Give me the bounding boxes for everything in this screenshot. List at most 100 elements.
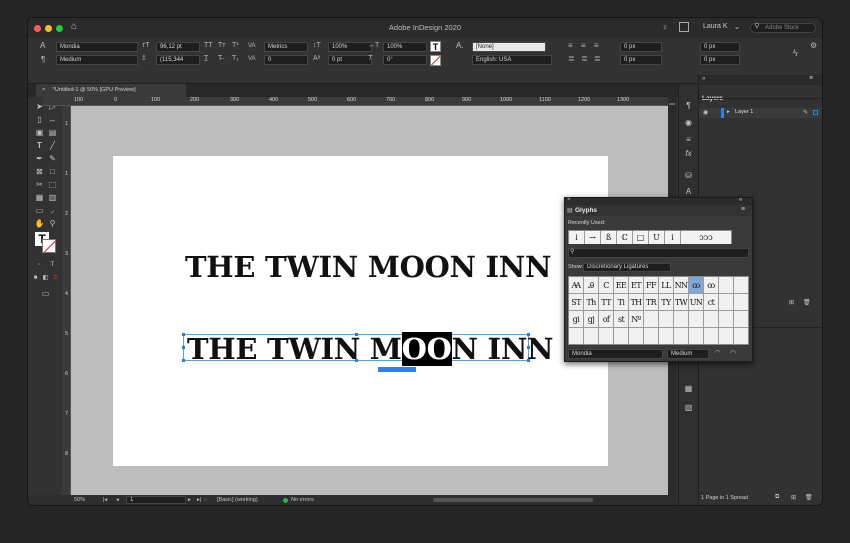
glyph-cell[interactable]: EE xyxy=(614,277,629,294)
share-icon[interactable] xyxy=(679,22,689,32)
glyph-cell[interactable]: ET xyxy=(629,277,644,294)
zoom-level[interactable]: 50% xyxy=(74,495,85,505)
text-wrap-icon[interactable]: ▦ xyxy=(683,383,694,394)
glyph-cell[interactable] xyxy=(614,328,629,344)
page-tool-icon[interactable]: ▯ xyxy=(34,114,45,125)
hand-tool-icon[interactable]: ✋ xyxy=(34,218,45,229)
character-mode-icon[interactable]: A xyxy=(40,41,45,51)
close-tab-icon[interactable]: × xyxy=(42,87,45,93)
glyph-cell[interactable]: LL xyxy=(659,277,674,294)
zoom-out-icon[interactable]: ◠ xyxy=(715,349,720,356)
glyph-cell[interactable]: ꝏ xyxy=(689,277,704,294)
rectangle-tool-icon[interactable]: □ xyxy=(47,166,58,177)
collapse-icon[interactable]: » xyxy=(702,76,705,82)
character-style-field[interactable]: [None] xyxy=(472,42,546,52)
glyph-cell[interactable]: gj xyxy=(584,311,599,328)
glyph-cell[interactable] xyxy=(629,328,644,344)
glyph-cell[interactable]: Ꜳ xyxy=(569,277,584,294)
glyph-style-field[interactable]: Medium xyxy=(667,349,709,359)
strikethrough-icon[interactable]: T̶ xyxy=(218,54,222,64)
glyph-cell[interactable]: of xyxy=(599,311,614,328)
glyphs-panel-titlebar[interactable]: × « xyxy=(565,197,752,205)
gradient-feather-tool-icon[interactable]: ▥ xyxy=(47,192,58,203)
glyph-search-input[interactable] xyxy=(568,248,749,258)
new-layer-icon[interactable]: ⊞ xyxy=(789,299,794,306)
glyph-cell[interactable]: TH xyxy=(629,294,644,311)
show-dropdown[interactable]: Discretionary Ligatures xyxy=(583,263,671,272)
text-stroke-swatch[interactable] xyxy=(430,55,441,66)
recent-glyph[interactable]: ℂ xyxy=(617,231,633,244)
chevron-down-icon[interactable]: ⌄ xyxy=(733,22,741,32)
glyph-cell[interactable] xyxy=(734,311,748,328)
gap-tool-icon[interactable]: ↔ xyxy=(47,114,58,125)
horizontal-scale-field[interactable]: 100% xyxy=(383,42,427,52)
glyph-font-field[interactable]: Mondia xyxy=(568,349,663,359)
pages-panel-icon[interactable]: ◉ xyxy=(683,117,694,128)
font-style-field[interactable]: Medium xyxy=(56,55,138,65)
glyph-cell[interactable]: Ti xyxy=(614,294,629,311)
recent-glyph[interactable]: U xyxy=(649,231,665,244)
collapse-icon[interactable]: « xyxy=(739,197,742,203)
layer-row[interactable]: ◉ ▸ Layer 1 ✎ xyxy=(699,108,822,118)
glyph-cell[interactable]: FF xyxy=(644,277,659,294)
justify-all-icon[interactable]: ≣ xyxy=(594,54,601,64)
stroke-panel-icon[interactable]: ≡ xyxy=(683,134,694,145)
glyphs-tab[interactable]: Glyphs xyxy=(575,207,597,214)
glyph-cell[interactable]: TT xyxy=(599,294,614,311)
document-page[interactable]: THE TWIN MOON INN THE TWIN MOON INN xyxy=(113,156,608,466)
baseline-shift-field[interactable]: 0 pt xyxy=(328,55,372,65)
kerning-field[interactable]: Metrics xyxy=(264,42,308,52)
small-caps-icon[interactable]: Tт xyxy=(218,41,225,51)
selected-item-icon[interactable] xyxy=(813,110,818,115)
glyph-cell[interactable]: TY xyxy=(659,294,674,311)
paragraph-panel-icon[interactable]: ¶ xyxy=(683,100,694,111)
type-tool-icon[interactable]: T xyxy=(34,140,45,151)
glyph-cell[interactable]: ct xyxy=(704,294,719,311)
text-fill-swatch[interactable]: T xyxy=(430,41,441,52)
glyph-cell[interactable] xyxy=(659,328,674,344)
cc-libraries-icon[interactable]: ▧ xyxy=(683,402,694,413)
zoom-in-icon[interactable]: ◠ xyxy=(730,349,736,357)
glyph-cell[interactable]: TR xyxy=(644,294,659,311)
free-transform-tool-icon[interactable]: ⬚ xyxy=(47,179,58,190)
justify-icon[interactable]: ≣ xyxy=(568,54,575,64)
page-nav-prev-icon[interactable]: ◂ xyxy=(116,495,119,505)
font-size-field[interactable]: 96,12 pt xyxy=(156,42,200,52)
stroke-swatch[interactable] xyxy=(42,239,56,253)
scroll-thumb[interactable] xyxy=(669,103,675,105)
glyph-cell[interactable] xyxy=(719,311,734,328)
paragraph-mode-icon[interactable]: ¶ xyxy=(41,55,45,65)
glyph-cell[interactable]: ꝏ xyxy=(704,277,719,294)
page-nav-last-icon[interactable]: ▸| xyxy=(197,495,201,505)
content-collector-icon[interactable]: ▣ xyxy=(34,127,45,138)
left-indent-field[interactable]: 0 px xyxy=(620,42,662,52)
eye-icon[interactable]: ◉ xyxy=(703,109,708,116)
content-placer-icon[interactable]: ▤ xyxy=(47,127,58,138)
recent-glyph[interactable]: i xyxy=(665,231,681,244)
eyedropper-tool-icon[interactable]: ⸝ xyxy=(47,205,58,216)
formatting-container-icon[interactable]: ▫ xyxy=(34,260,45,271)
preflight-profile[interactable]: [Basic] (working) xyxy=(217,495,258,505)
page-nav-first-icon[interactable]: |◂ xyxy=(103,495,107,505)
lightbulb-icon[interactable]: ♀ xyxy=(660,22,670,32)
glyph-cell[interactable]: Ꭿ xyxy=(584,277,599,294)
recent-glyph[interactable]: ß xyxy=(601,231,617,244)
horizontal-scrollbar[interactable] xyxy=(433,498,593,502)
character-panel-icon[interactable]: A xyxy=(683,186,694,197)
glyph-cell[interactable] xyxy=(569,328,584,344)
glyph-cell[interactable] xyxy=(584,328,599,344)
glyph-cell[interactable] xyxy=(689,311,704,328)
open-icon[interactable]: ◌ xyxy=(204,495,207,505)
headline-text[interactable]: THE TWIN MOON INN xyxy=(185,250,552,284)
glyph-cell[interactable] xyxy=(674,328,689,344)
pencil-tool-icon[interactable]: ✎ xyxy=(47,153,58,164)
skew-field[interactable]: 0° xyxy=(383,55,427,65)
align-right-icon[interactable]: ≡ xyxy=(594,41,599,51)
glyph-cell[interactable]: TW xyxy=(674,294,689,311)
note-tool-icon[interactable]: ▭ xyxy=(34,205,45,216)
glyph-cell[interactable] xyxy=(719,277,734,294)
glyph-cell[interactable]: NN xyxy=(674,277,689,294)
glyph-cell[interactable] xyxy=(704,328,719,344)
glyph-cell[interactable]: Nº xyxy=(629,311,644,328)
glyph-cell[interactable] xyxy=(644,328,659,344)
